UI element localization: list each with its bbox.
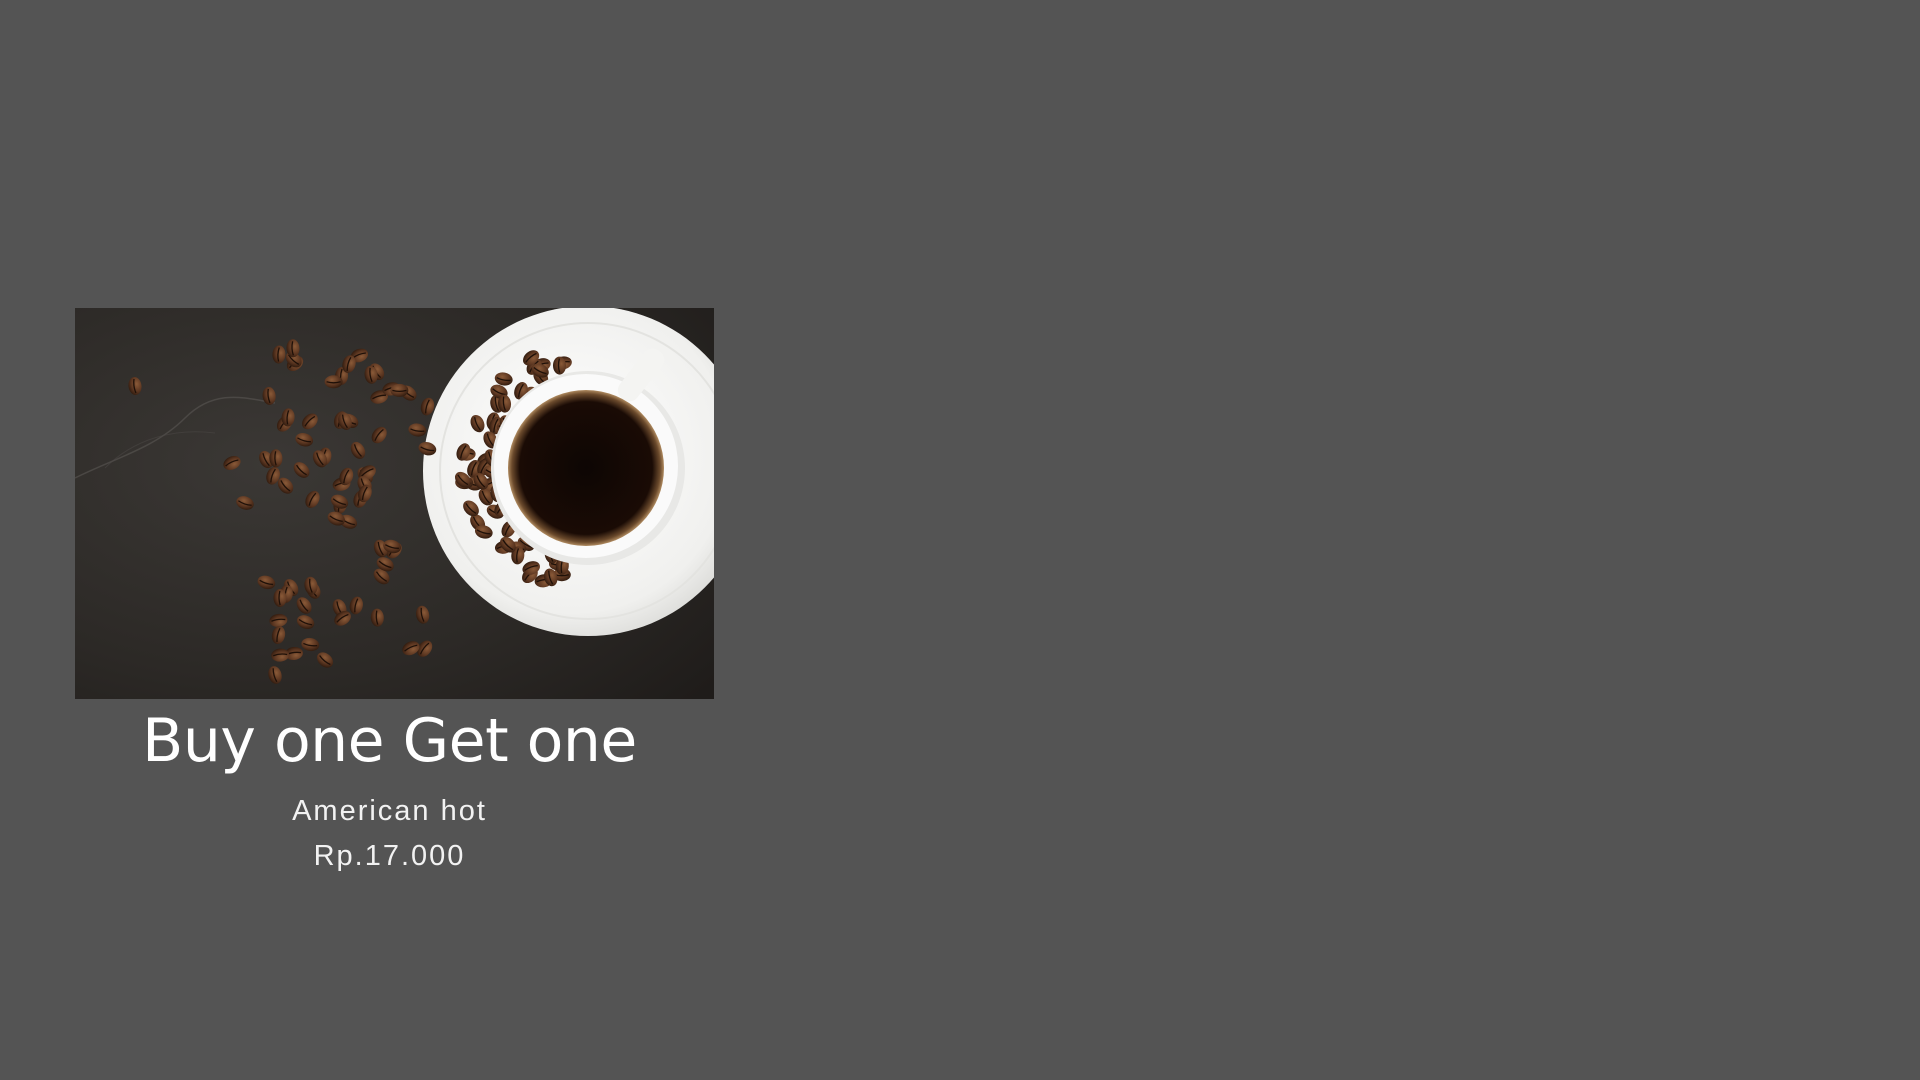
- product-name: American hot: [292, 795, 487, 827]
- coffee-bean: [324, 375, 343, 389]
- promo-title: Buy one Get one: [142, 706, 637, 776]
- promo-screen: Buy one Get one American hot Rp.17.000: [0, 0, 1920, 1080]
- promo-card[interactable]: Buy one Get one American hot Rp.17.000: [75, 308, 714, 876]
- coffee-photo-illustration: [75, 308, 714, 699]
- coffee-bean: [390, 383, 409, 397]
- coffee-cup-image: [75, 308, 714, 699]
- product-price: Rp.17.000: [313, 840, 466, 872]
